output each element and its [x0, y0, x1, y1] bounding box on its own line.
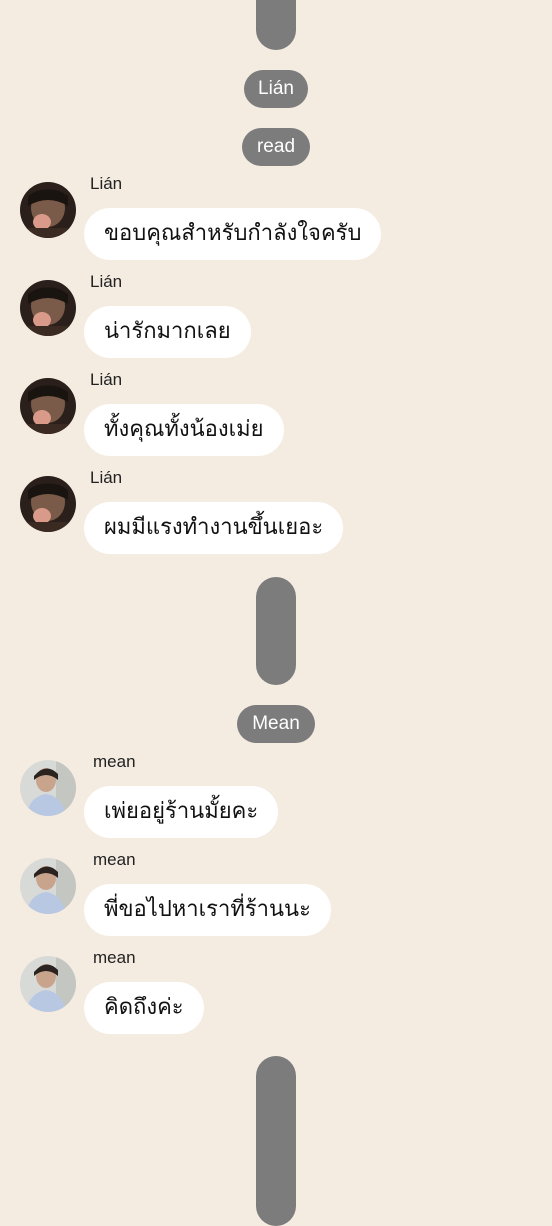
message-bubble[interactable]: ผมมีแรงทำงานขึ้นเยอะ: [84, 502, 344, 554]
avatar-lian[interactable]: [20, 182, 76, 238]
chat-name-pill-mean: Mean: [237, 705, 315, 743]
message-row: Lián ขอบคุณสำหรับกำลังใจครับ: [0, 174, 552, 272]
thread-connector-top: [256, 0, 296, 50]
avatar-lian[interactable]: [20, 280, 76, 336]
avatar-mean[interactable]: [20, 858, 76, 914]
sender-name: Lián: [90, 370, 123, 389]
sender-name: Lián: [90, 174, 123, 193]
sender-name: mean: [93, 850, 136, 869]
message-bubble[interactable]: ขอบคุณสำหรับกำลังใจครับ: [84, 208, 382, 260]
sender-name: mean: [93, 948, 136, 967]
sender-name: Lián: [90, 272, 123, 291]
sender-name: mean: [93, 752, 136, 771]
message-row: Lián ทั้งคุณทั้งน้องเม่ย: [0, 370, 552, 468]
message-bubble[interactable]: พี่ขอไปหาเราที่ร้านนะ: [84, 884, 331, 936]
message-bubble[interactable]: คิดถึงค่ะ: [84, 982, 204, 1034]
avatar-mean[interactable]: [20, 956, 76, 1012]
sender-name: Lián: [90, 468, 123, 487]
thread-connector-bottom: [256, 1056, 296, 1226]
read-status-pill: read: [242, 128, 310, 166]
message-bubble[interactable]: น่ารักมากเลย: [84, 306, 251, 358]
message-row: Lián ผมมีแรงทำงานขึ้นเยอะ: [0, 468, 552, 566]
message-bubble[interactable]: ทั้งคุณทั้งน้องเม่ย: [84, 404, 284, 456]
thread-connector-middle: [256, 577, 296, 685]
chat-name-pill-lian: Lián: [244, 70, 308, 108]
avatar-lian[interactable]: [20, 378, 76, 434]
message-row: mean พี่ขอไปหาเราที่ร้านนะ: [0, 850, 552, 948]
message-row: Lián น่ารักมากเลย: [0, 272, 552, 370]
avatar-mean[interactable]: [20, 760, 76, 816]
message-row: mean เพ่ยอยู่ร้านมั้ยคะ: [0, 752, 552, 850]
message-bubble[interactable]: เพ่ยอยู่ร้านมั้ยคะ: [84, 786, 279, 838]
message-row: mean คิดถึงค่ะ: [0, 948, 552, 1046]
avatar-lian[interactable]: [20, 476, 76, 532]
